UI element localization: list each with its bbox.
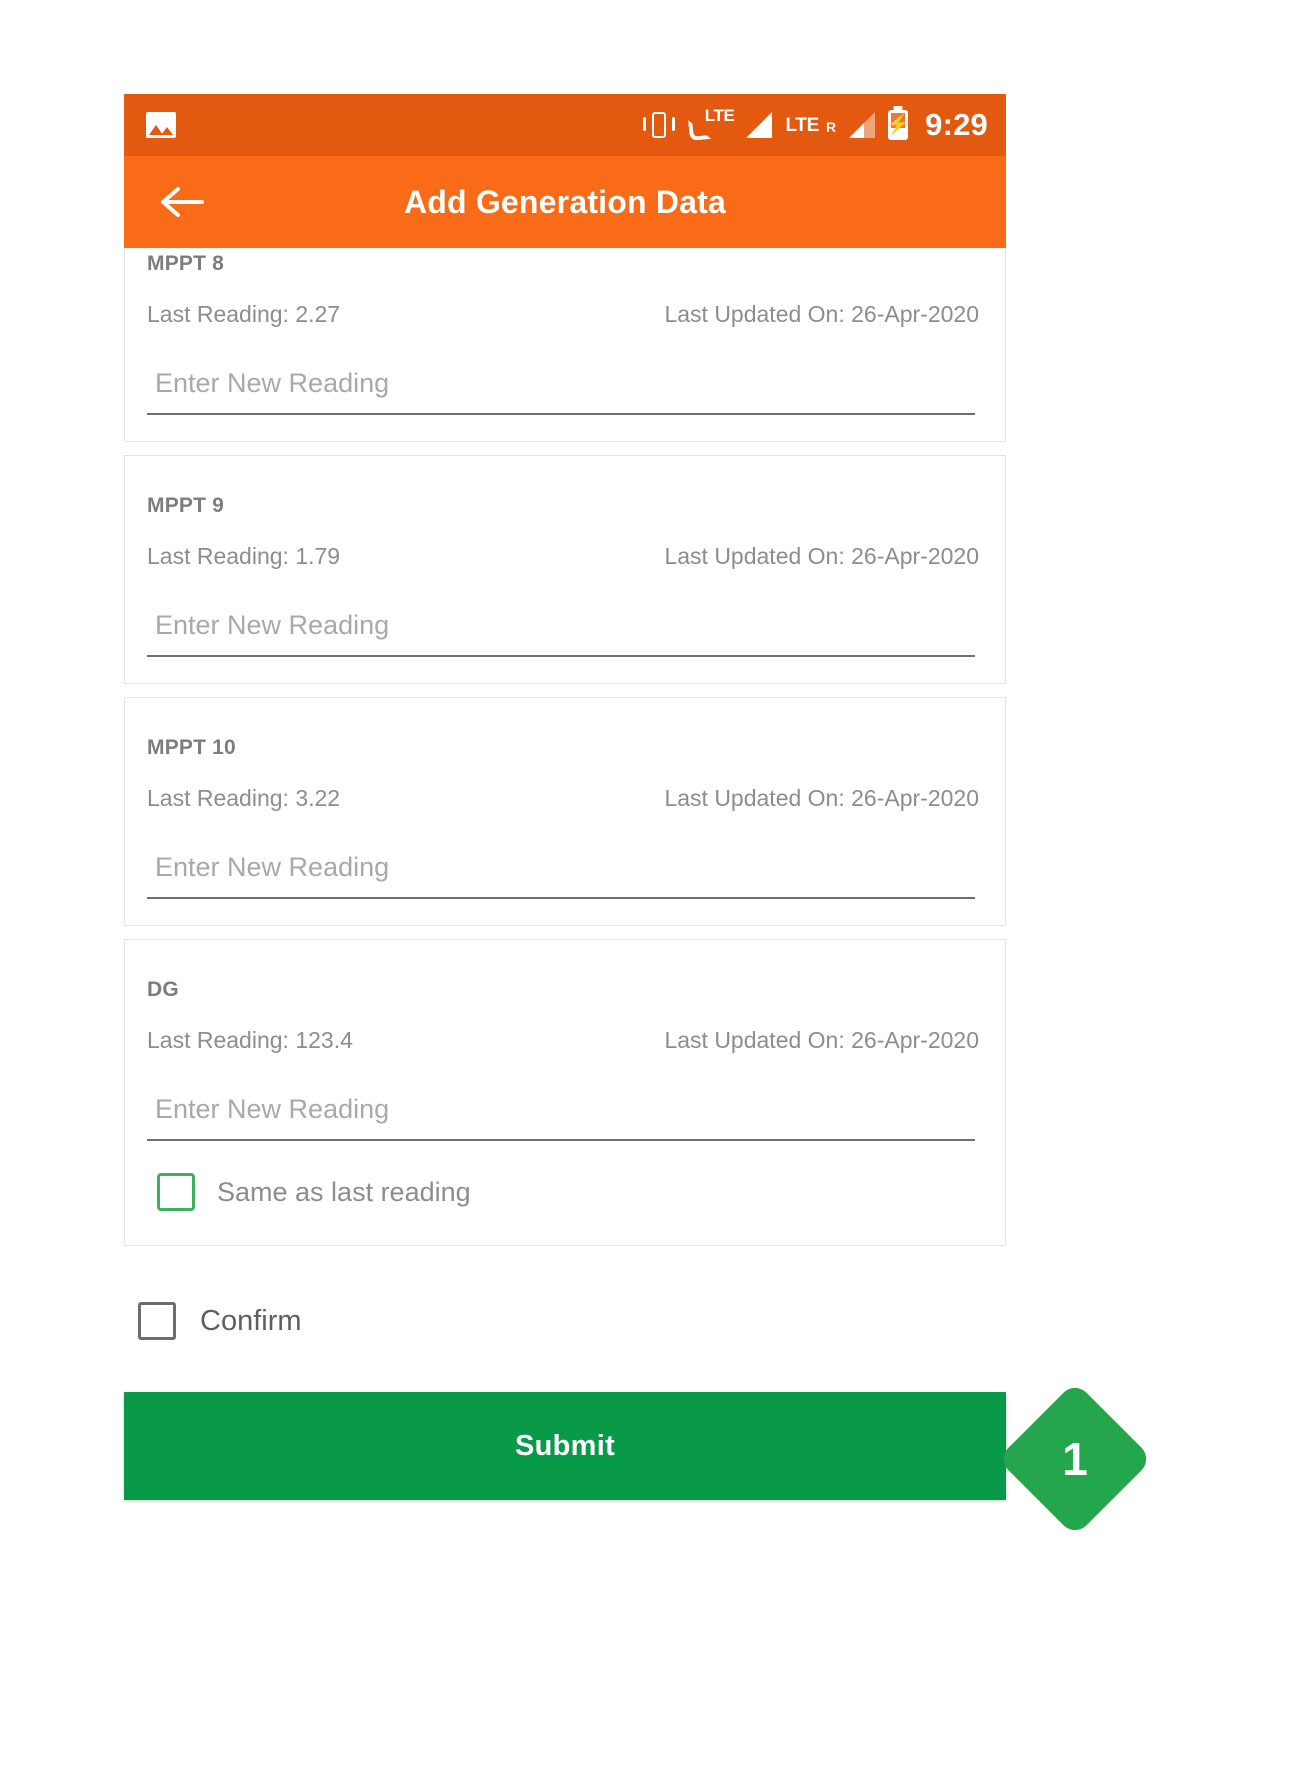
status-bar-right: LTE LTE R ⚡ 9:29 (642, 107, 988, 143)
phone-screen: LTE LTE R ⚡ 9:29 Add Generation Data MPP… (124, 94, 1153, 1537)
signal-partial-icon (849, 112, 876, 138)
same-as-last-reading-row[interactable]: Same as last reading (147, 1173, 983, 1245)
card-title: MPPT 10 (147, 736, 236, 759)
step-badge-number: 1 (1062, 1433, 1088, 1485)
card-meta-row: Last Reading: 3.22 Last Updated On: 26-A… (147, 785, 983, 812)
new-reading-placeholder: Enter New Reading (155, 368, 390, 398)
new-reading-field[interactable]: Enter New Reading (147, 852, 983, 899)
last-reading-label: Last Reading: 1.79 (147, 543, 341, 569)
step-badge: 1 (997, 1381, 1153, 1537)
lte-badge-label: LTE (704, 106, 735, 125)
last-reading-label: Last Reading: 3.22 (147, 785, 341, 811)
card-meta-row: Last Reading: 123.4 Last Updated On: 26-… (147, 1027, 983, 1054)
vibrate-icon (642, 110, 676, 140)
signal-full-icon (746, 112, 773, 138)
same-as-last-reading-label: Same as last reading (217, 1176, 471, 1207)
reading-card: DG Last Reading: 123.4 Last Updated On: … (124, 939, 1006, 1246)
field-underline (147, 1139, 975, 1141)
app-bar: Add Generation Data (124, 156, 1006, 248)
form-content[interactable]: MPPT 8 Last Reading: 2.27 Last Updated O… (124, 248, 1153, 1537)
card-title: DG (147, 978, 179, 1001)
new-reading-placeholder: Enter New Reading (155, 1094, 390, 1124)
page-title: Add Generation Data (403, 183, 727, 220)
card-bottom-spacer (147, 415, 983, 441)
card-meta-row: Last Reading: 2.27 Last Updated On: 26-A… (147, 301, 983, 328)
card-meta-row: Last Reading: 1.79 Last Updated On: 26-A… (147, 543, 983, 570)
card-bottom-spacer (147, 657, 983, 683)
new-reading-placeholder: Enter New Reading (155, 610, 390, 640)
last-updated-label: Last Updated On: 26-Apr-2020 (664, 301, 979, 327)
last-updated-label: Last Updated On: 26-Apr-2020 (664, 543, 979, 569)
gallery-icon (146, 112, 176, 138)
last-reading-label: Last Reading: 2.27 (147, 301, 341, 327)
card-title: MPPT 9 (147, 494, 225, 517)
network-type-label: LTE (785, 114, 820, 136)
new-reading-placeholder: Enter New Reading (155, 852, 390, 882)
confirm-row[interactable]: Confirm (124, 1302, 1006, 1340)
submit-button[interactable]: Submit (124, 1392, 1006, 1500)
reading-card: MPPT 8 Last Reading: 2.27 Last Updated O… (124, 248, 1006, 442)
card-title: MPPT 8 (147, 252, 225, 275)
status-bar: LTE LTE R ⚡ 9:29 (124, 94, 1006, 156)
reading-card: MPPT 10 Last Reading: 3.22 Last Updated … (124, 697, 1006, 926)
reading-card: MPPT 9 Last Reading: 1.79 Last Updated O… (124, 455, 1006, 684)
confirm-label: Confirm (200, 1304, 302, 1337)
battery-charging-icon: ⚡ (886, 110, 910, 140)
submit-area: Submit 1 (124, 1381, 1153, 1537)
new-reading-field[interactable]: Enter New Reading (147, 1094, 983, 1141)
status-bar-clock: 9:29 (925, 107, 988, 142)
last-reading-label: Last Reading: 123.4 (147, 1027, 353, 1053)
network-label-group: LTE R (785, 116, 836, 135)
call-lte-icon: LTE (688, 106, 735, 142)
card-bottom-spacer (147, 899, 983, 925)
confirm-checkbox[interactable] (138, 1302, 176, 1340)
new-reading-field[interactable]: Enter New Reading (147, 368, 983, 415)
new-reading-field[interactable]: Enter New Reading (147, 610, 983, 657)
last-updated-label: Last Updated On: 26-Apr-2020 (664, 1027, 979, 1053)
roaming-label: R (826, 118, 837, 135)
last-updated-label: Last Updated On: 26-Apr-2020 (664, 785, 979, 811)
same-as-last-reading-checkbox[interactable] (157, 1173, 195, 1211)
status-bar-left (146, 112, 176, 138)
